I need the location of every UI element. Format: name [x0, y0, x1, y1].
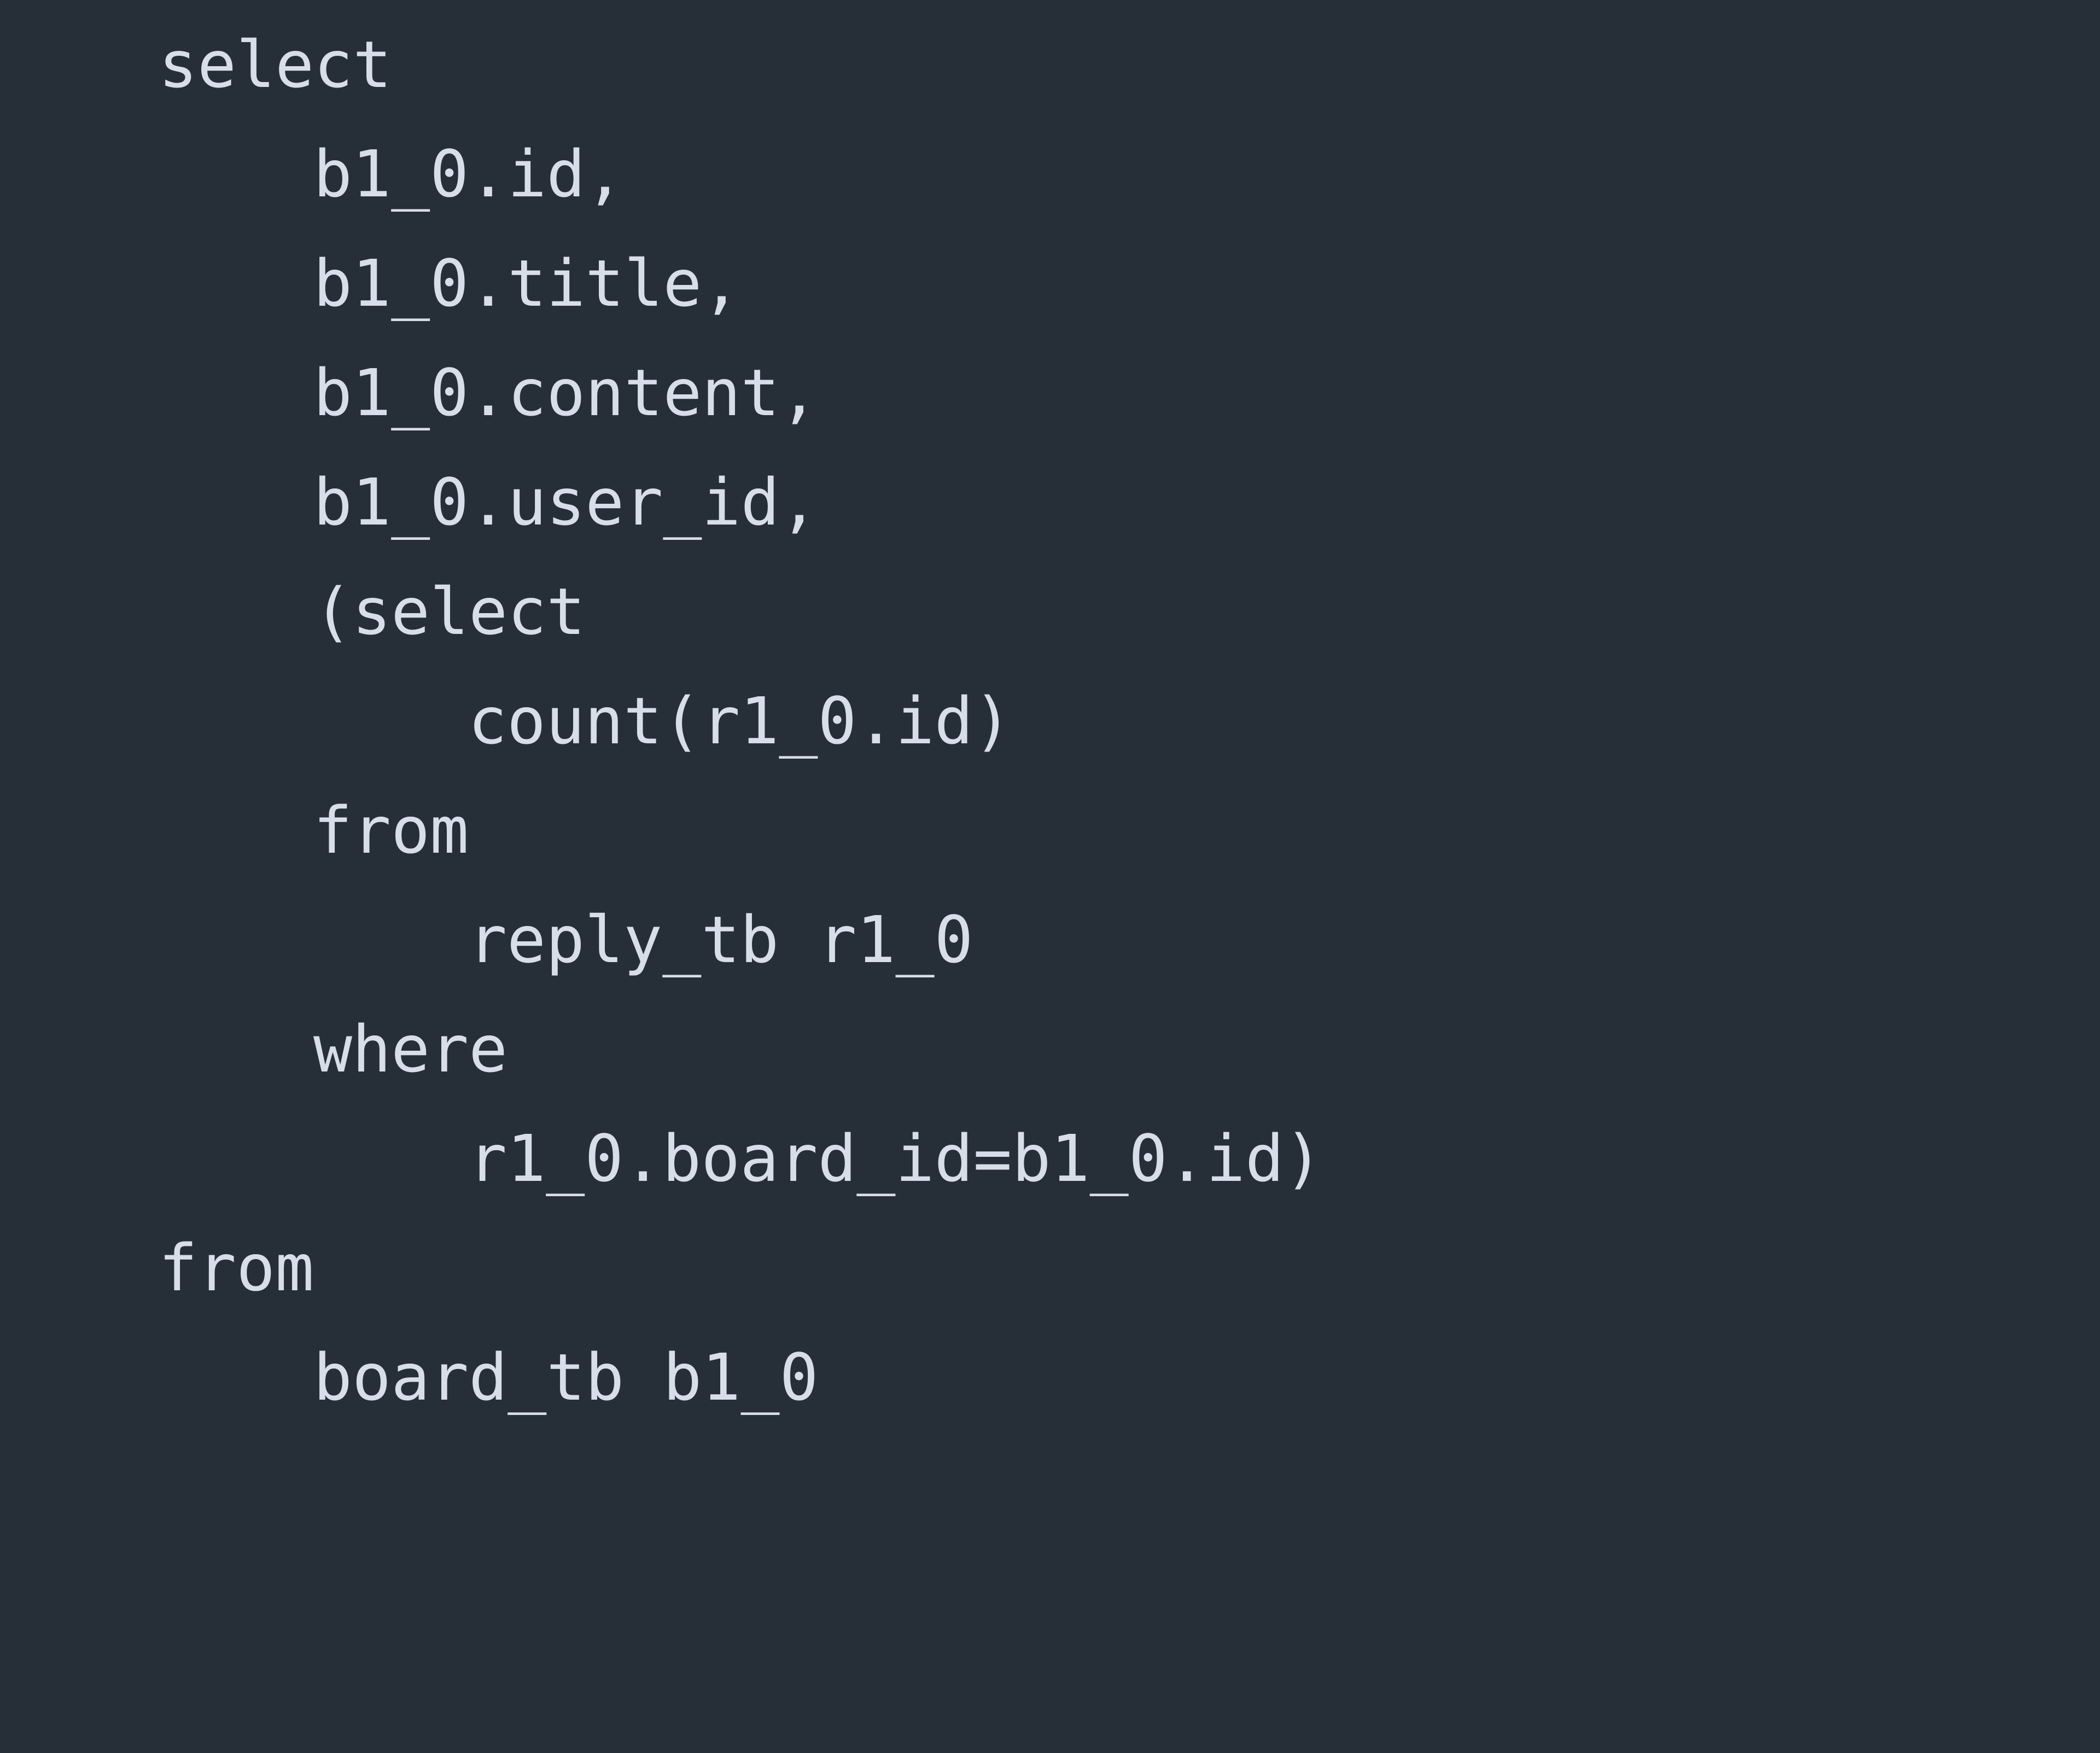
code-line-subquery-where: where [313, 1011, 508, 1087]
code-line-column-id: b1_0.id, [313, 136, 625, 212]
code-line-column-user-id: b1_0.user_id, [313, 464, 819, 540]
code-line-outer-table-board: board_tb b1_0 [313, 1339, 819, 1415]
code-line-column-content: b1_0.content, [313, 355, 819, 430]
code-line-subquery-count: count(r1_0.id) [468, 683, 1012, 759]
sql-console-output: select b1_0.id, b1_0.title, b1_0.content, b1… [0, 0, 2100, 1753]
sql-code-block[interactable]: select b1_0.id, b1_0.title, b1_0.content, b1… [0, 10, 2100, 1432]
code-line-select: select [159, 27, 392, 102]
code-line-outer-from: from [159, 1230, 314, 1306]
code-line-subquery-from: from [313, 793, 469, 868]
code-line-subquery-table-reply: reply_tb r1_0 [468, 902, 973, 977]
code-line-subquery-condition: r1_0.board_id=b1_0.id) [468, 1121, 1323, 1196]
code-line-column-title: b1_0.title, [313, 246, 741, 321]
code-line-subquery-select: (select [313, 574, 586, 649]
